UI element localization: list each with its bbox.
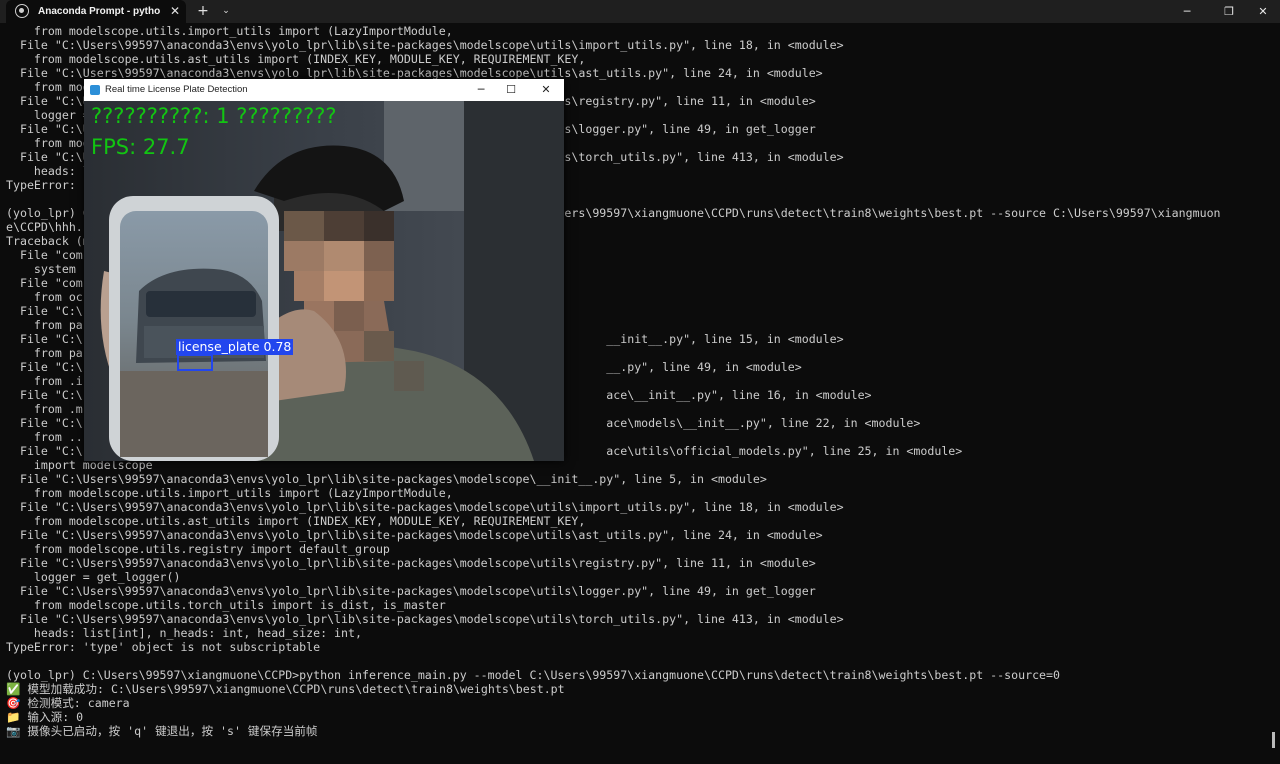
overlay-fps-text: FPS: 27.7 <box>91 135 190 159</box>
tab-anaconda-prompt[interactable]: Anaconda Prompt - python in ✕ <box>6 0 186 23</box>
terminal-line: File "C:\Users\99597\anaconda3\envs\yolo… <box>6 500 844 514</box>
terminal-line: TypeError: 'type' object is not subscrip… <box>6 640 321 654</box>
terminal-line: (yolo_lpr) C:\Users\99597\xiangmuone\CCP… <box>6 668 1060 682</box>
terminal-line: e\CCPD\hhh. <box>6 220 83 234</box>
app-icon <box>90 85 100 95</box>
terminal-line: File "C:\Users\99597\anaconda3\envs\yolo… <box>6 66 823 80</box>
terminal-line: system <box>6 262 76 276</box>
terminal-line: 🎯 检测模式: camera <box>6 696 130 710</box>
cv-window-title: Real time License Plate Detection <box>105 84 248 95</box>
terminal-line: File "com <box>6 276 83 290</box>
cv-close-button[interactable]: ✕ <box>529 79 563 101</box>
terminal-line: 📷 摄像头已启动，按 'q' 键退出，按 's' 键保存当前帧 <box>6 724 318 738</box>
cv-maximize-button[interactable]: ☐ <box>494 79 528 101</box>
terminal-line: File "C:\Users\99597\anaconda3\envs\yolo… <box>6 584 816 598</box>
terminal-line: File "C:\Users\99597\anaconda3\envs\yolo… <box>6 556 816 570</box>
anaconda-icon <box>15 4 29 18</box>
terminal-line: File "com <box>6 248 83 262</box>
terminal-line: from pa <box>6 346 83 360</box>
terminal-line: from modelscope.utils.ast_utils import (… <box>6 514 586 528</box>
road <box>120 371 268 457</box>
cv-window-titlebar[interactable]: Real time License Plate Detection ─ ☐ ✕ <box>84 79 564 101</box>
terminal-line: heads: list[int], n_heads: int, head_siz… <box>6 626 362 640</box>
terminal-line: from .i <box>6 374 83 388</box>
terminal-line: from modelscope.utils.ast_utils import (… <box>6 52 586 66</box>
terminal-line: from modelscope.utils.import_utils impor… <box>6 486 453 500</box>
terminal-line: from .. <box>6 430 83 444</box>
terminal-line: from pa <box>6 318 83 332</box>
terminal-line: File "C:\Users\99597\anaconda3\envs\yolo… <box>6 528 823 542</box>
terminal-cursor <box>1272 732 1275 748</box>
terminal-line: from modelscope.utils.import_utils impor… <box>6 24 453 38</box>
terminal-line: File "C:\ <box>6 304 83 318</box>
terminal-titlebar: Anaconda Prompt - python in ✕ + ⌄ ─ ❐ ✕ <box>0 0 1280 23</box>
overlay-status-text: ??????????: 1 ????????? <box>91 104 337 128</box>
terminal-line: ✅ 模型加载成功: C:\Users\99597\xiangmuone\CCPD… <box>6 682 565 696</box>
terminal-line: 📁 输入源: 0 <box>6 710 84 724</box>
terminal-line: File "C:\Users\99597\anaconda3\envs\yolo… <box>6 38 844 52</box>
terminal-line: from modelscope.utils.torch_utils import… <box>6 598 446 612</box>
minimize-button[interactable]: ─ <box>1164 0 1210 23</box>
close-button[interactable]: ✕ <box>1240 0 1280 23</box>
camera-frame: ??????????: 1 ????????? FPS: 27.7 licens… <box>84 101 564 461</box>
new-tab-button[interactable]: + <box>194 2 212 20</box>
terminal-line: from oc <box>6 290 83 304</box>
terminal-line: from modelscope.utils.registry import de… <box>6 542 390 556</box>
license-plate-bounding-box <box>177 354 213 371</box>
phone <box>109 196 279 461</box>
terminal-line: File "C:\Users\99597\anaconda3\envs\yolo… <box>6 472 767 486</box>
detection-label: license_plate 0.78 <box>176 339 294 355</box>
tab-title: Anaconda Prompt - python in <box>38 6 160 17</box>
license-plate-detection-window[interactable]: Real time License Plate Detection ─ ☐ ✕ <box>84 79 564 461</box>
terminal-line: logger = get_logger() <box>6 570 181 584</box>
car-windshield <box>146 291 256 317</box>
tab-dropdown-chevron-icon[interactable]: ⌄ <box>218 2 234 20</box>
terminal-line: File "C:\Users\99597\anaconda3\envs\yolo… <box>6 612 844 626</box>
cv-minimize-button[interactable]: ─ <box>464 79 498 101</box>
terminal-line: from .m <box>6 402 83 416</box>
tab-close-icon[interactable]: ✕ <box>166 2 184 20</box>
